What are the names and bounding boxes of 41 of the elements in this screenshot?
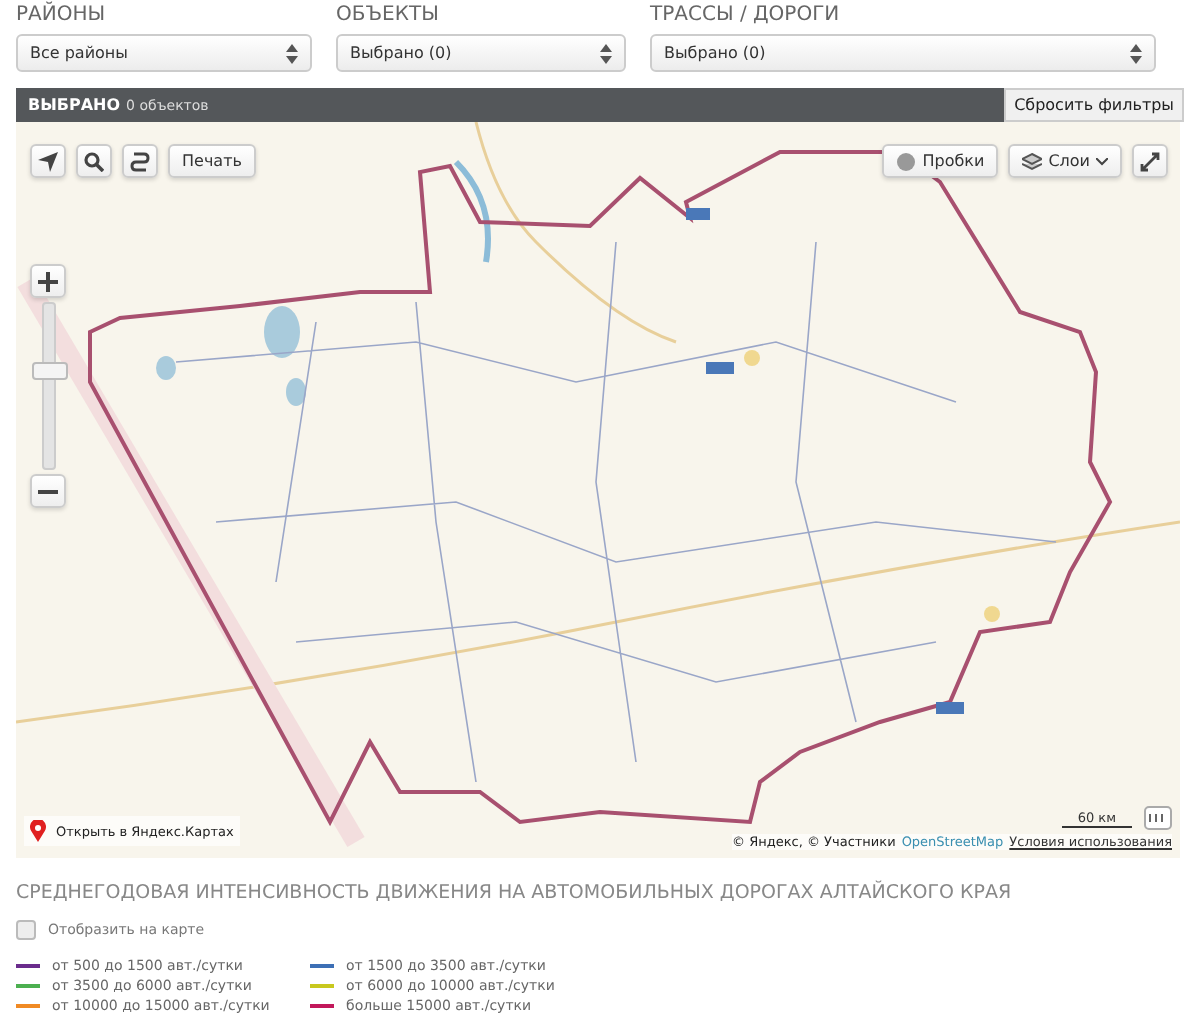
traffic-button[interactable]: Пробки — [882, 144, 999, 178]
arrow-icon — [38, 151, 58, 171]
updown-caret-icon — [600, 43, 612, 63]
lake — [264, 306, 300, 358]
road-marker — [706, 362, 734, 374]
locate-button[interactable] — [30, 144, 66, 178]
map-pin-icon — [30, 820, 46, 842]
route-button[interactable] — [122, 144, 158, 178]
print-button[interactable]: Печать — [168, 144, 256, 178]
zoom-in-button[interactable] — [30, 264, 66, 298]
zoom-out-button[interactable] — [30, 474, 66, 508]
city-dot — [744, 350, 760, 366]
updown-caret-icon — [1130, 43, 1142, 63]
fullscreen-button[interactable] — [1132, 144, 1168, 178]
layers-icon — [1022, 151, 1043, 171]
filter-label: РАЙОНЫ — [16, 4, 108, 28]
lake — [286, 378, 306, 406]
expand-icon — [1140, 151, 1160, 171]
road-marker — [936, 702, 964, 714]
ruler-icon — [1144, 806, 1172, 830]
legend-title: СРЕДНЕГОДОВАЯ ИНТЕНСИВНОСТЬ ДВИЖЕНИЯ НА АВТОМОБИЛЬНЫХ ДОРОГАХ АЛТАЙСКОГО КРАЯ — [16, 882, 1014, 904]
updown-caret-icon — [286, 43, 298, 63]
selection-title: ВЫБРАНО — [28, 96, 121, 114]
caret-icon — [1096, 157, 1108, 165]
filter-label: ТРАССЫ / ДОРОГИ — [650, 4, 842, 28]
river-line — [453, 159, 491, 263]
route-icon — [130, 151, 150, 171]
select-field[interactable]: Все районы — [16, 34, 312, 72]
layers-button[interactable]: Слои — [1008, 144, 1122, 178]
select-field[interactable]: Выбрано (0) — [336, 34, 626, 72]
search-icon — [84, 151, 104, 171]
road-marker — [686, 208, 710, 220]
checkbox[interactable] — [16, 920, 36, 940]
city-dot — [984, 606, 1000, 622]
reset-filters-button[interactable]: Сбросить фильтры — [1004, 88, 1184, 122]
traffic-icon — [896, 151, 917, 171]
lake — [156, 356, 176, 380]
plus-icon — [38, 271, 58, 291]
filter-label: ОБЪЕКТЫ — [336, 4, 441, 28]
select-field[interactable]: Выбрано (0) — [650, 34, 1156, 72]
search-button[interactable] — [76, 144, 112, 178]
